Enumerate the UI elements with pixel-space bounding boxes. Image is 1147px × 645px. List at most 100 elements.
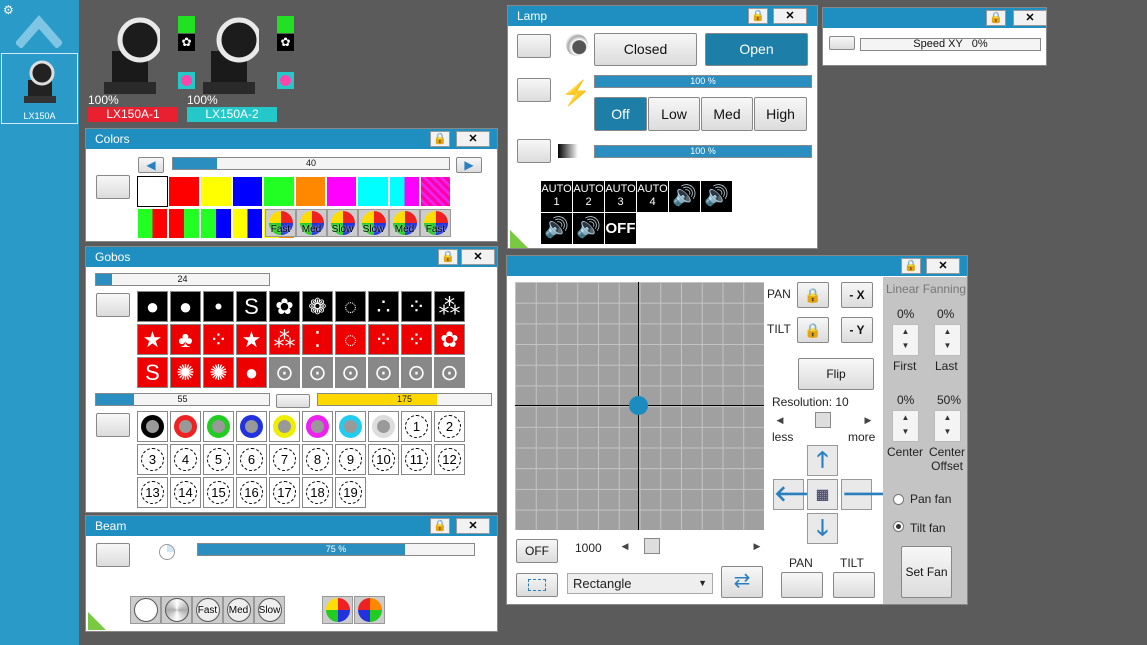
chevron-right-icon[interactable]: ▶ xyxy=(749,538,765,554)
add-corner-icon[interactable] xyxy=(510,230,528,248)
gobo-pattern-12[interactable]: ♣ xyxy=(170,324,201,355)
fixture-thumbnail[interactable]: LX150A xyxy=(1,53,78,124)
gobo2-number-3[interactable]: 3 xyxy=(137,444,168,475)
gobo2-number-12[interactable]: 12 xyxy=(434,444,465,475)
select-button[interactable] xyxy=(96,175,130,199)
chevron-left-icon[interactable]: ◀ xyxy=(772,412,788,428)
xy-pad[interactable] xyxy=(515,282,764,530)
gobo-pattern-13[interactable]: ⁘ xyxy=(203,324,234,355)
close-button[interactable]: ✕ xyxy=(456,518,490,534)
closed-button[interactable]: Closed xyxy=(594,33,697,66)
gobo-pattern-29[interactable]: ⊙ xyxy=(401,357,432,388)
gobo-rotation-slider[interactable]: 175 xyxy=(317,393,492,406)
gobo-pattern-26[interactable]: ⊙ xyxy=(302,357,333,388)
gobo2-ring-3[interactable] xyxy=(203,411,234,442)
sound-white-icon[interactable]: 🔊 xyxy=(669,181,700,212)
beam-open-button[interactable] xyxy=(130,596,161,624)
color-swatch-split-2[interactable] xyxy=(168,208,200,239)
next-button[interactable]: ▶ xyxy=(456,157,482,173)
color-wheel-med-1[interactable]: Med xyxy=(296,209,327,237)
gobo-pattern-20[interactable]: ✿ xyxy=(434,324,465,355)
flip-button[interactable]: Flip xyxy=(798,358,874,390)
gobo-pattern-22[interactable]: ✺ xyxy=(170,357,201,388)
color-swatch-cyan-magenta[interactable] xyxy=(389,176,420,207)
gobo2-ring-2[interactable] xyxy=(170,411,201,442)
shape-select-button[interactable] xyxy=(516,573,558,597)
chevron-right-icon[interactable]: ▶ xyxy=(860,412,876,428)
gobo-pattern-10[interactable]: ⁂ xyxy=(434,291,465,322)
open-button[interactable]: Open xyxy=(705,33,808,66)
color-swatch-pink[interactable] xyxy=(420,176,451,207)
color-swatch-split-1[interactable] xyxy=(137,208,168,239)
select-button-2[interactable] xyxy=(96,413,130,437)
lamp-select-button[interactable] xyxy=(517,34,551,58)
color-swatch-split-3[interactable] xyxy=(200,208,232,239)
close-button[interactable]: ✕ xyxy=(1013,10,1047,26)
speed-select-button[interactable] xyxy=(829,36,855,50)
minus-y-button[interactable]: - Y xyxy=(841,317,873,343)
center-button[interactable]: ▦ xyxy=(807,479,838,510)
fixture-1[interactable]: ✿ 100% LX150A-1 xyxy=(88,14,195,122)
lock-icon[interactable]: 🔒 xyxy=(430,131,450,147)
gobo2-number-9[interactable]: 9 xyxy=(335,444,366,475)
color-swatch-magenta[interactable] xyxy=(326,176,357,207)
off-button[interactable]: Off xyxy=(594,97,647,131)
gobo2-number-18[interactable]: 18 xyxy=(302,477,333,508)
auto-3-button[interactable]: AUTO 3 xyxy=(605,181,636,212)
offset-stepper[interactable]: ▲ ▼ xyxy=(934,410,961,442)
gobo-pattern-1[interactable]: ● xyxy=(137,291,168,322)
gobo-pattern-17[interactable]: ◌ xyxy=(335,324,366,355)
gobo-pattern-3[interactable]: • xyxy=(203,291,234,322)
color-swatch-green[interactable] xyxy=(263,176,295,207)
gobo-pattern-2[interactable]: ● xyxy=(170,291,201,322)
prev-button[interactable]: ◀ xyxy=(138,157,164,173)
value-slider[interactable]: ◀ ▶ xyxy=(617,538,765,554)
beam-wheel-2[interactable] xyxy=(354,596,385,624)
beam-wheel-1[interactable] xyxy=(322,596,353,624)
speed-bar[interactable]: Speed XY 0% xyxy=(860,38,1041,51)
arrow-up-button[interactable]: 🡑 xyxy=(807,445,838,476)
gobo-pattern-9[interactable]: ⁘ xyxy=(401,291,432,322)
gobo2-number-17[interactable]: 17 xyxy=(269,477,300,508)
chevron-left-icon[interactable]: ◀ xyxy=(617,538,633,554)
tilt-button[interactable] xyxy=(833,572,875,598)
gobo-pattern-19[interactable]: ⁘ xyxy=(401,324,432,355)
gobo2-number-11[interactable]: 11 xyxy=(401,444,432,475)
gobo2-ring-1[interactable] xyxy=(137,411,168,442)
gobo2-ring-7[interactable] xyxy=(335,411,366,442)
sound-green-icon[interactable]: 🔊 xyxy=(541,213,572,244)
lamp-dimmer-bar[interactable]: 100 % xyxy=(594,75,812,88)
gobo2-ring-6[interactable] xyxy=(302,411,333,442)
gobo2-ring-8[interactable] xyxy=(368,411,399,442)
center-stepper[interactable]: ▲ ▼ xyxy=(892,410,919,442)
minus-x-button[interactable]: - X xyxy=(841,282,873,308)
first-stepper[interactable]: ▲ ▼ xyxy=(892,324,919,356)
gobo-pattern-14[interactable]: ★ xyxy=(236,324,267,355)
low-button[interactable]: Low xyxy=(648,97,700,131)
close-button[interactable]: ✕ xyxy=(926,258,960,274)
auto-4-button[interactable]: AUTO 4 xyxy=(637,181,668,212)
pan-button[interactable] xyxy=(781,572,823,598)
color-swatch-red[interactable] xyxy=(168,176,200,207)
gobo2-number-4[interactable]: 4 xyxy=(170,444,201,475)
lamp-dimmer2-bar[interactable]: 100 % xyxy=(594,145,812,158)
arrow-right-button[interactable]: 🡒 xyxy=(841,479,901,510)
dimmer-select-button[interactable] xyxy=(517,139,551,163)
arrow-down-button[interactable]: 🡓 xyxy=(807,513,838,544)
gobo-pattern-4[interactable]: S xyxy=(236,291,267,322)
beam-med-button[interactable]: Med xyxy=(223,596,254,624)
lock-icon[interactable]: 🔒 xyxy=(986,10,1006,26)
gobo2-number-6[interactable]: 6 xyxy=(236,444,267,475)
gobo2-slider[interactable]: 55 xyxy=(95,393,270,406)
settings-icon[interactable]: ⚙ xyxy=(3,3,14,17)
select-button[interactable] xyxy=(96,293,130,317)
gobo-pattern-16[interactable]: ⁚ xyxy=(302,324,333,355)
color-swatch-yellow[interactable] xyxy=(200,176,232,207)
sound-off-button[interactable]: OFF xyxy=(605,213,636,244)
gobo2-number-1[interactable]: 1 xyxy=(401,411,432,442)
beam-fast-button[interactable]: Fast xyxy=(192,596,223,624)
fixture-2[interactable]: ✿ 100% LX150A-2 xyxy=(187,14,294,122)
color-swatch-blue[interactable] xyxy=(232,176,263,207)
gobo-pattern-25[interactable]: ⊙ xyxy=(269,357,300,388)
auto-1-button[interactable]: AUTO 1 xyxy=(541,181,572,212)
